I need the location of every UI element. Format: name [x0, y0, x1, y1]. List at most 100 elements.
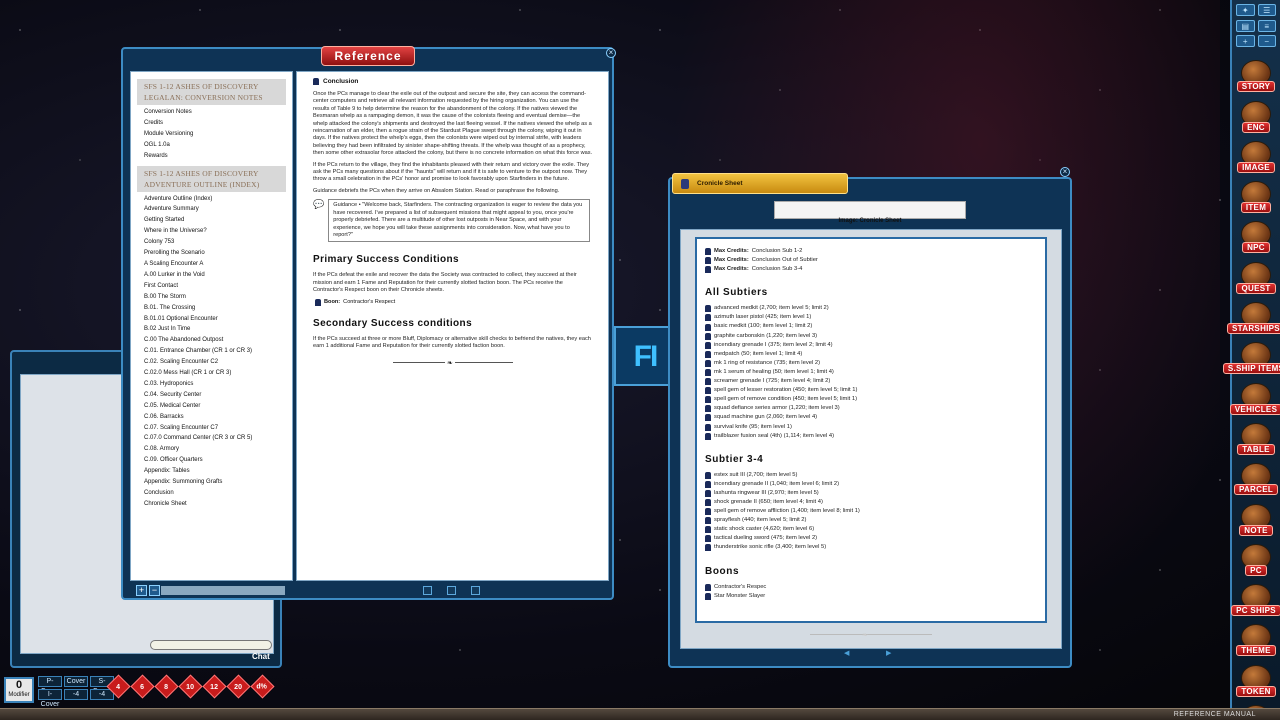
index-item[interactable]: Appendix: Tables	[144, 466, 292, 477]
index-item[interactable]: Prerolling the Scenario	[144, 248, 292, 259]
index-item[interactable]: Adventure Summary	[144, 204, 292, 215]
item-link[interactable]: shock grenade II (650; item level 4; lim…	[705, 498, 1037, 507]
sidebar-tool-button[interactable]: −	[1258, 35, 1277, 47]
cover-button[interactable]: Cover	[64, 676, 88, 687]
index-item[interactable]: C.01. Entrance Chamber (CR 1 or CR 3)	[144, 346, 292, 357]
sidebar-item-vehicles[interactable]: VEHICLES	[1232, 374, 1280, 414]
sidebar-tool-button[interactable]: ▤	[1236, 20, 1255, 32]
page-home-icon[interactable]	[447, 586, 456, 595]
index-item[interactable]: B.02 Just In Time	[144, 324, 292, 335]
cover-button[interactable]: -4	[64, 689, 88, 700]
remove-icon[interactable]: −	[149, 585, 160, 596]
item-link[interactable]: mk 1 ring of resistance (735; item level…	[705, 359, 1037, 368]
close-icon[interactable]: ×	[1060, 167, 1070, 177]
sidebar-item-pc-ships[interactable]: PC SHIPS	[1232, 576, 1280, 616]
index-item[interactable]: C.00 The Abandoned Outpost	[144, 335, 292, 346]
die-icon[interactable]: 4	[106, 674, 130, 698]
item-link[interactable]: mk 1 serum of healing (50; item level 1;…	[705, 368, 1037, 377]
index-item[interactable]: C.07. Scaling Encounter C7	[144, 423, 292, 434]
index-item[interactable]: Chronicle Sheet	[144, 499, 292, 510]
index-group-header[interactable]: SFS 1-12 ASHES OF DISCOVERY ADVENTURE OU…	[137, 166, 286, 192]
index-item[interactable]: B.00 The Storm	[144, 292, 292, 303]
item-link[interactable]: spell gem of remove affliction (1,400; i…	[705, 507, 1037, 516]
item-link[interactable]: squad machine gun (2,060; item level 4)	[705, 413, 1037, 422]
hotkey-bar[interactable]: REFERENCE MANUAL	[0, 708, 1280, 720]
sidebar-item-story[interactable]: STORY	[1232, 52, 1280, 92]
sidebar-item-theme[interactable]: THEME	[1232, 616, 1280, 656]
add-icon[interactable]: +	[136, 585, 147, 596]
index-item[interactable]: Colony 753	[144, 237, 292, 248]
index-item[interactable]: C.07.0 Command Center (CR 3 or CR 5)	[144, 433, 292, 444]
chat-input[interactable]	[150, 640, 272, 650]
item-link[interactable]: azimuth laser pistol (425; item level 1)	[705, 313, 1037, 322]
item-link[interactable]: spell gem of remove condition (450; item…	[705, 395, 1037, 404]
sidebar-tool-button[interactable]: +	[1236, 35, 1255, 47]
item-link[interactable]: screamer grenade I (725; item level 4; l…	[705, 377, 1037, 386]
index-item[interactable]: Conversion Notes	[144, 107, 292, 118]
item-link[interactable]: advanced medkit (2,700; item level 5; li…	[705, 304, 1037, 313]
page-back-icon[interactable]: ◀	[844, 649, 849, 657]
index-item[interactable]: Appendix: Summoning Grafts	[144, 477, 292, 488]
index-item[interactable]: C.08. Armory	[144, 444, 292, 455]
sidebar-item-token[interactable]: TOKEN	[1232, 656, 1280, 696]
sidebar-item-s-ship-items[interactable]: S.SHIP ITEMS	[1232, 334, 1280, 374]
index-item[interactable]: Module Versioning	[144, 129, 292, 140]
die-icon[interactable]: 6	[130, 674, 154, 698]
max-credits-link[interactable]: Max Credits:Conclusion Sub 1-2	[705, 247, 1037, 256]
cover-button[interactable]: P-Cover	[38, 676, 62, 687]
index-item[interactable]: A.00 Lurker in the Void	[144, 270, 292, 281]
modifier-box[interactable]: 0 Modifier	[4, 677, 34, 703]
index-item[interactable]: C.05. Medical Center	[144, 401, 292, 412]
sidebar-item-quest[interactable]: QUEST	[1232, 253, 1280, 293]
index-item[interactable]: Credits	[144, 118, 292, 129]
index-item[interactable]: C.06. Barracks	[144, 412, 292, 423]
item-link[interactable]: medpatch (50; item level 1; limit 4)	[705, 350, 1037, 359]
item-link[interactable]: basic medkit (100; item level 1; limit 2…	[705, 322, 1037, 331]
max-credits-link[interactable]: Max Credits:Conclusion Out of Subtier	[705, 256, 1037, 265]
index-item[interactable]: C.04. Security Center	[144, 390, 292, 401]
index-item[interactable]: Rewards	[144, 151, 292, 162]
chronicle-image[interactable]	[774, 201, 966, 219]
index-item[interactable]: B.01.01 Optional Encounter	[144, 314, 292, 325]
sidebar-item-note[interactable]: NOTE	[1232, 495, 1280, 535]
item-link[interactable]: spell gem of lesser restoration (450; it…	[705, 386, 1037, 395]
reference-window-title[interactable]: Reference	[321, 46, 415, 66]
boon-link[interactable]: Boon: Contractor's Respect	[315, 299, 593, 306]
index-item[interactable]: A Scaling Encounter A	[144, 259, 292, 270]
index-item[interactable]: Where in the Universe?	[144, 226, 292, 237]
sidebar-tool-button[interactable]: ✦	[1236, 4, 1255, 16]
index-item[interactable]: Conclusion	[144, 488, 292, 499]
index-item[interactable]: Getting Started	[144, 215, 292, 226]
boon-link[interactable]: Contractor's Respec	[705, 583, 1037, 592]
index-item[interactable]: C.02.0 Mess Hall (CR 1 or CR 3)	[144, 368, 292, 379]
index-item[interactable]: First Contact	[144, 281, 292, 292]
index-item[interactable]: C.02. Scaling Encounter C2	[144, 357, 292, 368]
die-icon[interactable]: 8	[154, 674, 178, 698]
item-link[interactable]: graphite carbonskin (1,220; item level 3…	[705, 332, 1037, 341]
sidebar-item-enc[interactable]: ENC	[1232, 92, 1280, 132]
sidebar-item-item[interactable]: ITEM	[1232, 173, 1280, 213]
sidebar-item-pc[interactable]: PC	[1232, 536, 1280, 576]
item-link[interactable]: squad defiance series armor (1,220; item…	[705, 404, 1037, 413]
sidebar-item-parcel[interactable]: PARCEL	[1232, 455, 1280, 495]
index-item[interactable]: C.03. Hydroponics	[144, 379, 292, 390]
sidebar-item-npc[interactable]: NPC	[1232, 213, 1280, 253]
cover-button[interactable]: I-Cover	[38, 689, 62, 700]
item-link[interactable]: thunderstrike sonic rifle (3,400; item l…	[705, 543, 1037, 552]
index-item[interactable]: C.09. Officer Quarters	[144, 455, 292, 466]
index-item[interactable]: B.01. The Crossing	[144, 303, 292, 314]
die-icon[interactable]: d%	[250, 674, 274, 698]
chronicle-sheet-tab[interactable]: Cronicle Sheet	[672, 173, 848, 194]
index-group-header[interactable]: SFS 1-12 ASHES OF DISCOVERY LEGALAN: CON…	[137, 79, 286, 105]
sidebar-item-table[interactable]: TABLE	[1232, 415, 1280, 455]
close-icon[interactable]: ×	[606, 48, 616, 58]
item-link[interactable]: trailblazer fusion seal (4th) (1,114; it…	[705, 432, 1037, 441]
die-icon[interactable]: 20	[226, 674, 250, 698]
item-link[interactable]: survival knife (95; item level 1)	[705, 423, 1037, 432]
sidebar-item-image[interactable]: IMAGE	[1232, 133, 1280, 173]
page-forward-icon[interactable]	[471, 586, 480, 595]
sidebar-tool-button[interactable]: ☰	[1258, 4, 1277, 16]
sidebar-item-starships[interactable]: STARSHIPS	[1232, 294, 1280, 334]
die-icon[interactable]: 10	[178, 674, 202, 698]
item-link[interactable]: static shock caster (4,620; item level 6…	[705, 525, 1037, 534]
